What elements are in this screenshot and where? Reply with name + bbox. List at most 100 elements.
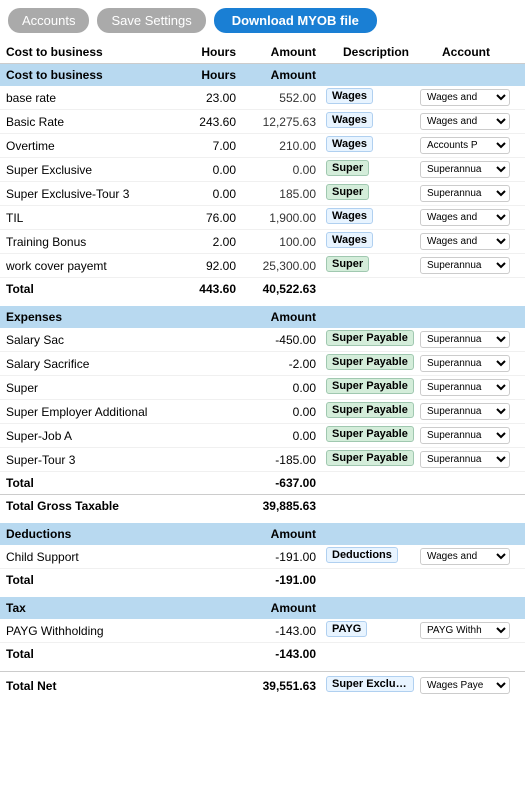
- exp-account-select-3[interactable]: Wages and Accounts PSuperannuaPAYG Withh…: [420, 403, 510, 420]
- ctb-row-account[interactable]: Wages and Accounts PSuperannuaPAYG Withh…: [420, 89, 515, 106]
- cost-to-business-header: Cost to business Hours Amount: [0, 64, 525, 86]
- ctb-row-desc: Wages: [326, 232, 416, 251]
- ctb-header-hours: Hours: [166, 68, 236, 82]
- exp-account-select-1[interactable]: Wages and Accounts PSuperannuaPAYG Withh…: [420, 355, 510, 372]
- ctb-account-select-3[interactable]: Wages and Accounts PSuperannuaPAYG Withh…: [420, 161, 510, 178]
- ctb-account-select-4[interactable]: Wages and Accounts PSuperannuaPAYG Withh…: [420, 185, 510, 202]
- ctb-account-select-2[interactable]: Wages and Accounts PSuperannuaPAYG Withh…: [420, 137, 510, 154]
- expenses-rows: Salary Sac -450.00 Super Payable Wages a…: [0, 328, 525, 472]
- ctb-account-select-0[interactable]: Wages and Accounts PSuperannuaPAYG Withh…: [420, 89, 510, 106]
- exp-row-amount: -450.00: [236, 333, 316, 347]
- ctb-row-desc: Super: [326, 160, 416, 179]
- exp-account-select-0[interactable]: Wages and Accounts PSuperannuaPAYG Withh…: [420, 331, 510, 348]
- exp-row-desc: Super Payable: [326, 354, 416, 373]
- total-net-account[interactable]: Wages Paye Wages and Salaries Superannua…: [420, 677, 515, 694]
- deductions-rows: Child Support -191.00 Deductions Wages a…: [0, 545, 525, 569]
- exp-row-account[interactable]: Wages and Accounts PSuperannuaPAYG Withh…: [420, 427, 515, 444]
- ctb-row-account[interactable]: Wages and Accounts PSuperannuaPAYG Withh…: [420, 185, 515, 202]
- exp-header-amount: Amount: [236, 310, 316, 324]
- exp-row-label: Super-Tour 3: [6, 453, 236, 467]
- exp-row-amount: 0.00: [236, 429, 316, 443]
- exp-row-account[interactable]: Wages and Accounts PSuperannuaPAYG Withh…: [420, 379, 515, 396]
- ctb-account-select-5[interactable]: Wages and Accounts PSuperannuaPAYG Withh…: [420, 209, 510, 226]
- ctb-row-account[interactable]: Wages and Accounts PSuperannuaPAYG Withh…: [420, 233, 515, 250]
- ctb-row-badge: Wages: [326, 232, 373, 248]
- ctb-row-label: Super Exclusive-Tour 3: [6, 187, 166, 201]
- ctb-total-label: Total: [6, 282, 166, 296]
- col-header-hours: Hours: [166, 45, 236, 59]
- ctb-row-account[interactable]: Wages and Accounts PSuperannuaPAYG Withh…: [420, 257, 515, 274]
- ctb-row-account[interactable]: Wages and Accounts PSuperannuaPAYG Withh…: [420, 161, 515, 178]
- exp-row-badge: Super Payable: [326, 426, 414, 442]
- exp-row-desc: Super Payable: [326, 330, 416, 349]
- tax-total-amount: -143.00: [236, 647, 316, 661]
- ctb-row-desc: Wages: [326, 136, 416, 155]
- ctb-row-label: Training Bonus: [6, 235, 166, 249]
- exp-account-select-5[interactable]: Wages and Accounts PSuperannuaPAYG Withh…: [420, 451, 510, 468]
- total-net-account-select[interactable]: Wages Paye Wages and Salaries Superannua…: [420, 677, 510, 694]
- ctb-row-hours: 243.60: [166, 115, 236, 129]
- exp-row-amount: 0.00: [236, 405, 316, 419]
- ctb-row-desc: Super: [326, 256, 416, 275]
- ctb-row-amount: 25,300.00: [236, 259, 316, 273]
- ded-account-select-0[interactable]: Wages and Accounts PSuperannuaPAYG Withh…: [420, 548, 510, 565]
- tax-row-desc: PAYG: [326, 621, 416, 640]
- tax-row-amount: -143.00: [236, 624, 316, 638]
- exp-row-badge: Super Payable: [326, 402, 414, 418]
- ded-row: Child Support -191.00 Deductions Wages a…: [0, 545, 525, 569]
- ctb-row-amount: 100.00: [236, 235, 316, 249]
- exp-row: Salary Sacrifice -2.00 Super Payable Wag…: [0, 352, 525, 376]
- ctb-row-amount: 552.00: [236, 91, 316, 105]
- ctb-row: Basic Rate 243.60 12,275.63 Wages Wages …: [0, 110, 525, 134]
- ctb-row-badge: Wages: [326, 136, 373, 152]
- ded-row-label: Child Support: [6, 550, 236, 564]
- exp-row-desc: Super Payable: [326, 378, 416, 397]
- tax-row-badge: PAYG: [326, 621, 367, 637]
- tax-row-account[interactable]: Wages and Accounts PSuperannuaPAYG Withh…: [420, 622, 515, 639]
- tax-account-select-0[interactable]: Wages and Accounts PSuperannuaPAYG Withh…: [420, 622, 510, 639]
- tax-header-label: Tax: [6, 601, 236, 615]
- exp-row-account[interactable]: Wages and Accounts PSuperannuaPAYG Withh…: [420, 331, 515, 348]
- ctb-row: Super Exclusive-Tour 3 0.00 185.00 Super…: [0, 182, 525, 206]
- exp-row-badge: Super Payable: [326, 330, 414, 346]
- exp-row-label: Salary Sacrifice: [6, 357, 236, 371]
- exp-row: Super-Tour 3 -185.00 Super Payable Wages…: [0, 448, 525, 472]
- accounts-button[interactable]: Accounts: [8, 8, 89, 33]
- ctb-row-badge: Wages: [326, 88, 373, 104]
- ded-row-account[interactable]: Wages and Accounts PSuperannuaPAYG Withh…: [420, 548, 515, 565]
- ctb-header-label: Cost to business: [6, 68, 166, 82]
- ctb-row-account[interactable]: Wages and Accounts PSuperannuaPAYG Withh…: [420, 209, 515, 226]
- ctb-account-select-1[interactable]: Wages and Accounts PSuperannuaPAYG Withh…: [420, 113, 510, 130]
- ctb-row-hours: 7.00: [166, 139, 236, 153]
- ctb-row-label: Overtime: [6, 139, 166, 153]
- ctb-account-select-6[interactable]: Wages and Accounts PSuperannuaPAYG Withh…: [420, 233, 510, 250]
- exp-row-badge: Super Payable: [326, 354, 414, 370]
- ctb-row-badge: Super: [326, 160, 369, 176]
- exp-row-account[interactable]: Wages and Accounts PSuperannuaPAYG Withh…: [420, 451, 515, 468]
- ctb-row: Overtime 7.00 210.00 Wages Wages and Acc…: [0, 134, 525, 158]
- col-header-account: Account: [426, 45, 506, 59]
- ctb-row-account[interactable]: Wages and Accounts PSuperannuaPAYG Withh…: [420, 113, 515, 130]
- exp-row-account[interactable]: Wages and Accounts PSuperannuaPAYG Withh…: [420, 403, 515, 420]
- ctb-row-badge: Wages: [326, 112, 373, 128]
- ctb-row-amount: 0.00: [236, 163, 316, 177]
- ctb-row: base rate 23.00 552.00 Wages Wages and A…: [0, 86, 525, 110]
- exp-row-account[interactable]: Wages and Accounts PSuperannuaPAYG Withh…: [420, 355, 515, 372]
- exp-account-select-4[interactable]: Wages and Accounts PSuperannuaPAYG Withh…: [420, 427, 510, 444]
- exp-row-label: Super: [6, 381, 236, 395]
- ctb-row-account[interactable]: Wages and Accounts PSuperannuaPAYG Withh…: [420, 137, 515, 154]
- download-myob-button[interactable]: Download MYOB file: [214, 8, 377, 33]
- ctb-row-badge: Wages: [326, 208, 373, 224]
- save-settings-button[interactable]: Save Settings: [97, 8, 205, 33]
- ctb-row-label: Super Exclusive: [6, 163, 166, 177]
- tax-row: PAYG Withholding -143.00 PAYG Wages and …: [0, 619, 525, 643]
- exp-row-amount: 0.00: [236, 381, 316, 395]
- ctb-account-select-7[interactable]: Wages and Accounts PSuperannuaPAYG Withh…: [420, 257, 510, 274]
- ctb-row: work cover payemt 92.00 25,300.00 Super …: [0, 254, 525, 278]
- tax-header-amount: Amount: [236, 601, 316, 615]
- ded-total-label: Total: [6, 573, 236, 587]
- exp-account-select-2[interactable]: Wages and Accounts PSuperannuaPAYG Withh…: [420, 379, 510, 396]
- ctb-row-hours: 23.00: [166, 91, 236, 105]
- total-net-badge: Super Exclusive: [326, 676, 414, 692]
- ctb-row-label: TIL: [6, 211, 166, 225]
